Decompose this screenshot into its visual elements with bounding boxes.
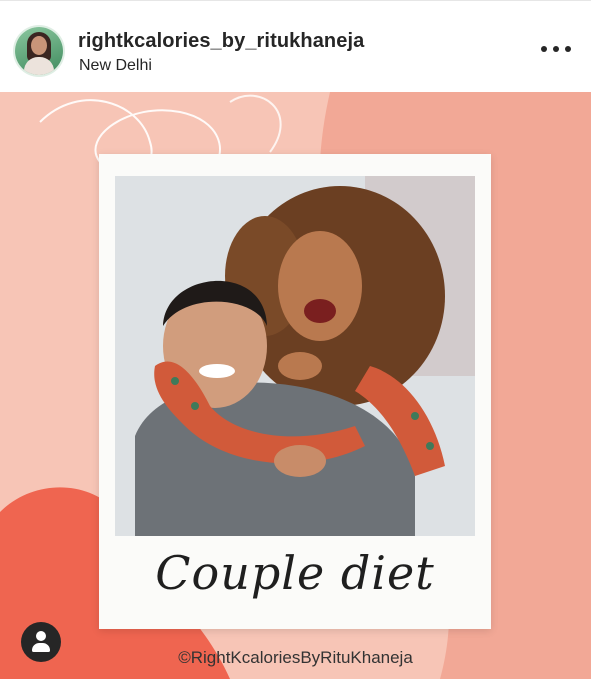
polaroid-caption: Couple diet (155, 546, 435, 600)
polaroid-frame: Couple diet (99, 154, 491, 629)
post-image[interactable]: Couple diet (0, 92, 591, 679)
location-link[interactable]: New Delhi (79, 57, 152, 75)
couple-photo (115, 176, 475, 536)
copyright-watermark: ©RightKcaloriesByRituKhaneja (178, 648, 413, 667)
post-header: rightkcalories_by_ritukhaneja New Delhi (0, 0, 591, 92)
more-options-icon[interactable] (541, 41, 571, 57)
username[interactable]: rightkcalories_by_ritukhaneja (78, 30, 364, 53)
profile-avatar[interactable] (15, 27, 63, 75)
